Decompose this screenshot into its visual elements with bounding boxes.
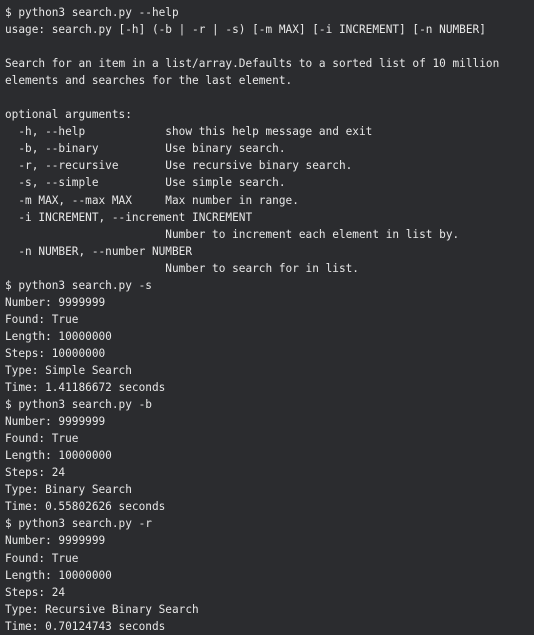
output-line: -n NUMBER, --number NUMBER [5,244,193,258]
output-line: -i INCREMENT, --increment INCREMENT [5,210,253,224]
output-line: Length: 10000000 [5,568,112,582]
output-line: Found: True [5,432,79,446]
output-line: Time: 0.70124743 seconds [5,619,166,633]
output-line: Search for an item in a list/array.Defau… [5,57,500,71]
output-line: Number to search for in list. [5,261,359,275]
output-line: Number: 9999999 [5,295,106,309]
output-line: Steps: 10000000 [5,346,106,360]
output-line: Type: Recursive Binary Search [5,602,199,616]
output-line: Steps: 24 [5,466,66,480]
command-line: $ python3 search.py --help [5,6,179,19]
output-line: Type: Binary Search [5,483,132,497]
output-line: -m MAX, --max MAX Max number in range. [5,193,299,207]
command-line: $ python3 search.py -r [5,517,152,531]
output-line: Type: Simple Search [5,363,132,377]
output-line: Found: True [5,551,79,565]
output-line: Length: 10000000 [5,329,112,343]
output-line: optional arguments: [5,108,132,122]
output-line: Time: 1.41186672 seconds [5,381,166,395]
output-line: -h, --help show this help message and ex… [5,125,373,139]
output-line: -b, --binary Use binary search. [5,142,286,156]
command-line: $ python3 search.py -s [5,278,152,292]
output-line: Number: 9999999 [5,534,106,548]
output-line: Number: 9999999 [5,415,106,429]
output-line: Steps: 24 [5,585,66,599]
terminal-output[interactable]: $ python3 search.py --help usage: search.… [0,0,534,635]
output-line: Length: 10000000 [5,449,112,463]
output-line: elements and searches for the last eleme… [5,74,293,88]
output-line: -r, --recursive Use recursive binary sea… [5,159,353,173]
output-line: -s, --simple Use simple search. [5,176,286,190]
output-line: usage: search.py [-h] (-b | -r | -s) [-m… [5,23,486,37]
output-line: Number to increment each element in list… [5,227,460,241]
output-line: Found: True [5,312,79,326]
output-line: Time: 0.55802626 seconds [5,500,166,514]
command-line: $ python3 search.py -b [5,398,152,412]
